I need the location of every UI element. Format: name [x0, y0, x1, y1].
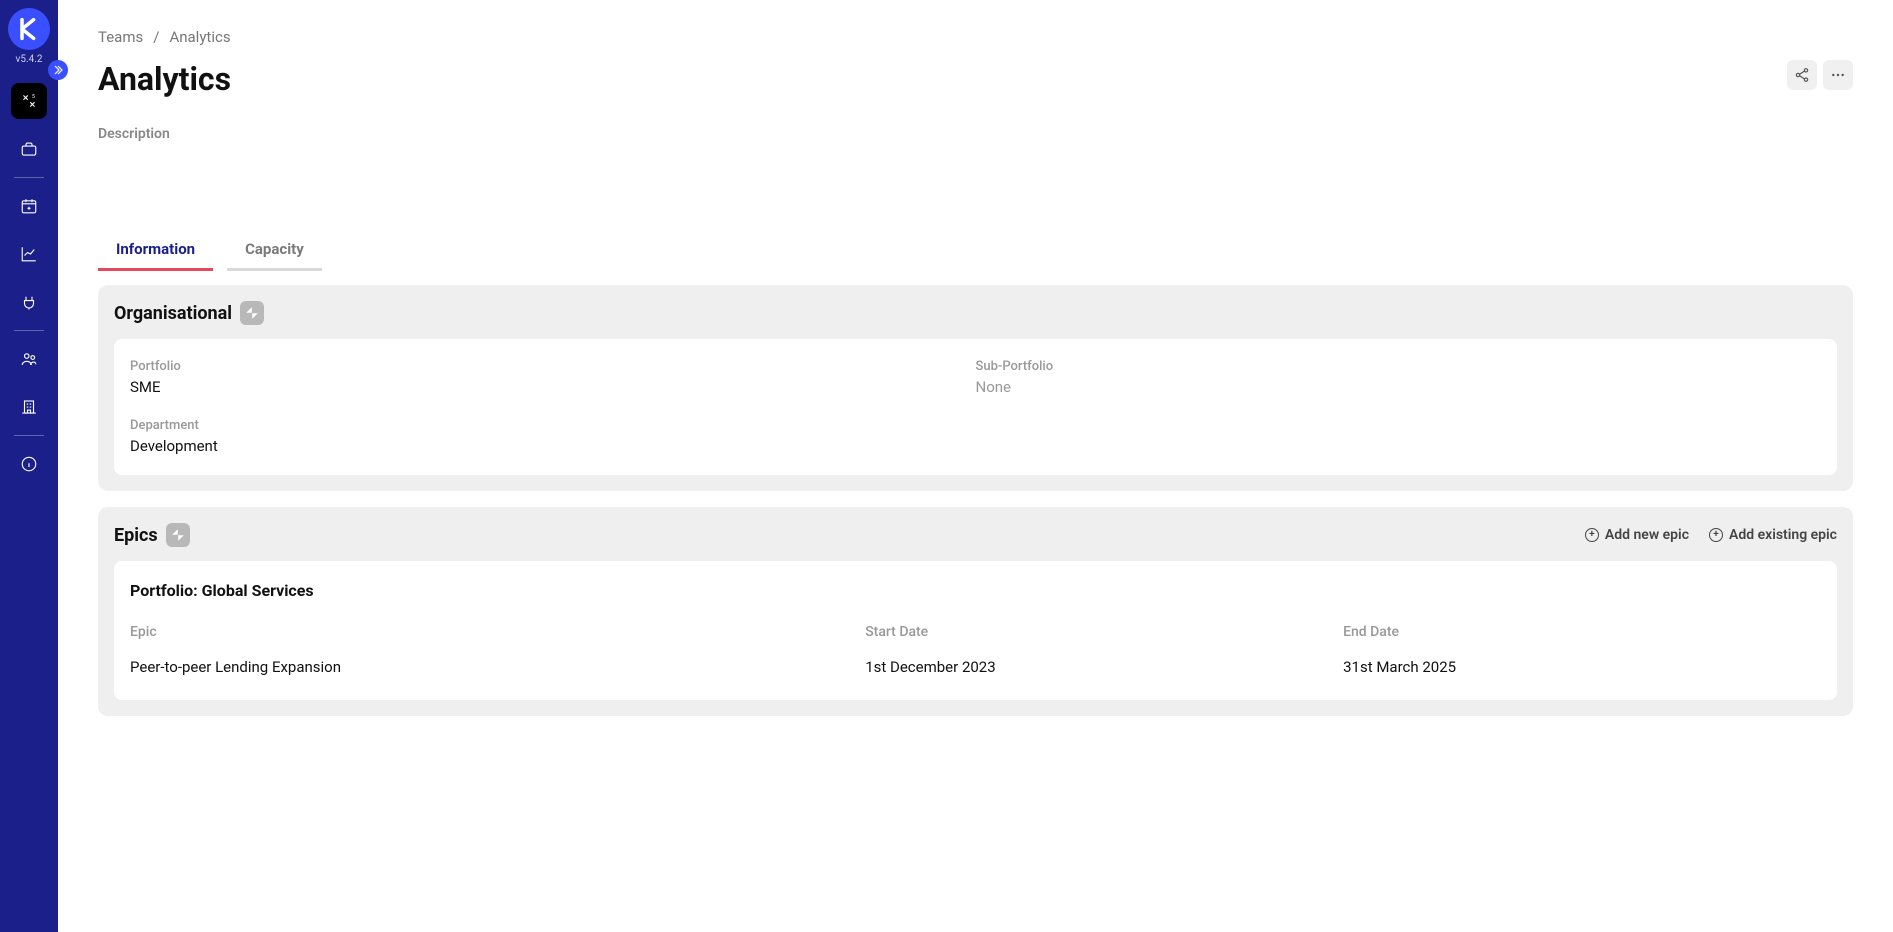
svg-text:5: 5 — [32, 94, 35, 100]
nav-plug[interactable] — [11, 284, 47, 320]
tab-capacity[interactable]: Capacity — [227, 232, 322, 271]
nav-team[interactable] — [11, 341, 47, 377]
portfolio-value: SME — [130, 378, 976, 396]
tab-information[interactable]: Information — [98, 232, 213, 271]
nav-calendar[interactable] — [11, 188, 47, 224]
expand-sidebar-button[interactable] — [48, 60, 68, 80]
collapse-epics-button[interactable] — [166, 523, 190, 547]
epic-end-date: 31st March 2025 — [1343, 658, 1821, 676]
breadcrumb-sep: / — [153, 28, 159, 46]
col-start-date: Start Date — [865, 624, 1343, 640]
collapse-organisational-button[interactable] — [240, 301, 264, 325]
epics-portfolio-heading: Portfolio: Global Services — [130, 581, 1821, 600]
page-title: Analytics — [98, 60, 231, 98]
description-label: Description — [98, 126, 1853, 142]
organisational-card: Organisational Portfolio SME Sub-Portfol… — [98, 285, 1853, 491]
organisational-title: Organisational — [114, 303, 232, 324]
epic-row[interactable]: Peer-to-peer Lending Expansion 1st Decem… — [130, 654, 1821, 680]
add-new-epic-label: Add new epic — [1605, 527, 1689, 543]
nav-info[interactable] — [11, 446, 47, 482]
more-button[interactable] — [1823, 60, 1853, 90]
subportfolio-value: None — [976, 378, 1822, 396]
main-content: Teams / Analytics Analytics Description … — [58, 0, 1893, 932]
epic-name: Peer-to-peer Lending Expansion — [130, 658, 865, 676]
col-end-date: End Date — [1343, 624, 1821, 640]
department-value: Development — [130, 437, 976, 455]
nav-building[interactable] — [11, 389, 47, 425]
breadcrumb: Teams / Analytics — [98, 28, 1853, 46]
nav-chart[interactable] — [11, 236, 47, 272]
epics-card: Epics + Add new epic + Add existing epic — [98, 507, 1853, 716]
add-existing-epic-label: Add existing epic — [1729, 527, 1837, 543]
sidebar: v5.4.2 5 — [0, 0, 58, 932]
department-label: Department — [130, 418, 976, 433]
breadcrumb-teams[interactable]: Teams — [98, 28, 143, 46]
breadcrumb-current: Analytics — [169, 28, 230, 46]
plus-circle-icon: + — [1585, 528, 1599, 542]
share-button[interactable] — [1787, 60, 1817, 90]
epic-start-date: 1st December 2023 — [865, 658, 1343, 676]
portfolio-label: Portfolio — [130, 359, 976, 374]
nav-strategy[interactable]: 5 — [11, 83, 47, 119]
plus-circle-icon: + — [1709, 528, 1723, 542]
col-epic: Epic — [130, 624, 865, 640]
epics-title: Epics — [114, 525, 158, 546]
version-label: v5.4.2 — [16, 54, 43, 65]
tabs: Information Capacity — [98, 232, 1853, 271]
subportfolio-label: Sub-Portfolio — [976, 359, 1822, 374]
nav-briefcase[interactable] — [11, 131, 47, 167]
app-logo[interactable] — [8, 8, 50, 50]
add-existing-epic-button[interactable]: + Add existing epic — [1709, 527, 1837, 543]
add-new-epic-button[interactable]: + Add new epic — [1585, 527, 1689, 543]
